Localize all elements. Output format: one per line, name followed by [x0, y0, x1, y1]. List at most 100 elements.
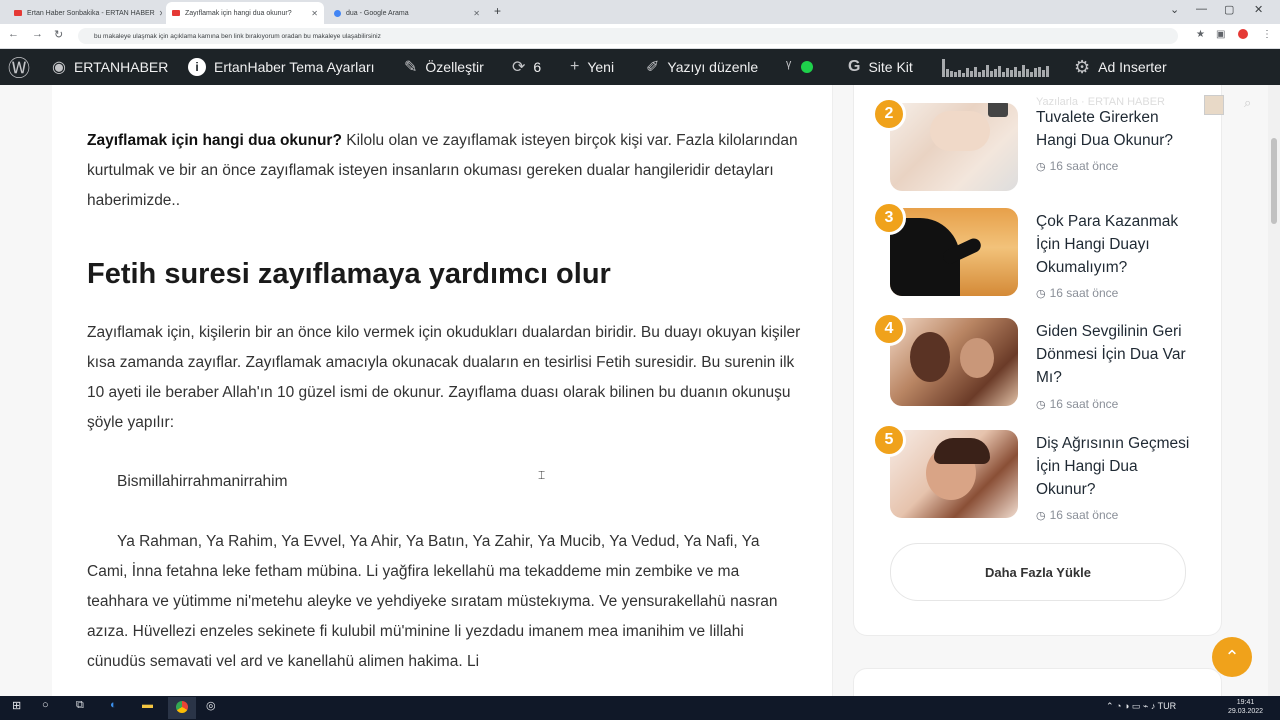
close-tab-icon[interactable]: ✕	[155, 9, 162, 18]
taskbar-clock[interactable]: 19:41 29.03.2022	[1228, 698, 1263, 716]
customize-button[interactable]: ✎ Özelleştir	[404, 49, 484, 85]
tab-label: Ertan Haber Sonbakika - ERTAN HABER	[27, 9, 155, 17]
post-title-link[interactable]: Tuvalete Girerken Hangi Dua Okunur?	[1036, 106, 1201, 152]
forward-icon[interactable]: →	[32, 28, 43, 40]
clock-icon: ◷	[1036, 509, 1046, 522]
updates-button[interactable]: ⟳ 6	[512, 49, 541, 85]
post-thumbnail[interactable]	[890, 318, 1018, 406]
rank-badge: 2	[872, 97, 906, 131]
close-tab-icon[interactable]: ✕	[469, 9, 480, 18]
wp-logo-button[interactable]: Ⓦ	[8, 49, 38, 85]
edit-post-label: Yazıyı düzenle	[667, 59, 759, 75]
post-thumbnail[interactable]	[890, 430, 1018, 518]
refresh-icon: ⟳	[512, 59, 526, 76]
post-time-label: 16 saat önce	[1049, 286, 1119, 300]
theme-settings-button[interactable]: i ErtanHaber Tema Ayarları	[188, 49, 375, 85]
bookmark-star-icon[interactable]: ★	[1196, 29, 1205, 40]
extensions-icon[interactable]: ▣	[1216, 29, 1225, 40]
minimize-icon[interactable]: —	[1196, 3, 1207, 15]
dashboard-icon: ◉	[52, 59, 66, 76]
obs-icon[interactable]: ◎	[206, 699, 216, 712]
google-favicon-icon	[334, 9, 341, 17]
post-time-label: 16 saat önce	[1049, 159, 1119, 173]
post-time-label: 16 saat önce	[1049, 508, 1119, 522]
maximize-icon[interactable]: ▢	[1224, 3, 1234, 16]
tab-label: dua - Google Arama	[346, 9, 409, 17]
site-kit-label: Site Kit	[868, 59, 913, 75]
post-time: ◷ 16 saat önce	[1036, 286, 1118, 300]
sparkline-chart-icon	[942, 57, 1049, 77]
system-tray-icons[interactable]: ⌃ ◔ ◑ ▭ ⌁ ♪ TUR	[1106, 701, 1176, 712]
rank-badge: 5	[872, 423, 906, 457]
yoast-button[interactable]: ᵞ	[786, 49, 814, 85]
site-name-button[interactable]: ◉ ERTANHABER	[52, 49, 168, 85]
new-tab-button[interactable]: +	[494, 4, 501, 18]
article-dua-text: Ya Rahman, Ya Rahim, Ya Evvel, Ya Ahir, …	[87, 533, 778, 670]
back-icon[interactable]: ←	[8, 28, 19, 40]
new-content-button[interactable]: + Yeni	[570, 49, 614, 85]
site-name-label: ERTANHABER	[73, 59, 169, 75]
article-besmele: Bismillahirrahmanirrahim	[117, 473, 288, 490]
profile-avatar[interactable]	[1238, 29, 1248, 39]
post-title-link[interactable]: Çok Para Kazanmak İçin Hangi Duayı Okuma…	[1036, 210, 1201, 279]
chevron-up-icon: ⌃	[1224, 646, 1240, 667]
post-thumbnail[interactable]	[890, 208, 1018, 296]
ad-inserter-button[interactable]: ⚙ Ad Inserter	[1074, 49, 1167, 85]
article-heading: Fetih suresi zayıflamaya yardımcı olur	[87, 258, 611, 290]
yoast-icon: ᵞ	[786, 58, 792, 75]
url-field[interactable]: bu makaleye ulaşmak için açıklama kamına…	[78, 28, 1178, 44]
menu-icon[interactable]: ⋮	[1262, 29, 1272, 40]
site-kit-button[interactable]: G Site Kit	[848, 49, 913, 85]
post-time: ◷ 16 saat önce	[1036, 397, 1118, 411]
theme-settings-label: ErtanHaber Tema Ayarları	[214, 59, 375, 75]
browser-tab-1[interactable]: Ertan Haber Sonbakika - ERTAN HABER ✕	[8, 2, 162, 24]
intro-bold-text: Zayıflamak için hangi dua okunur?	[87, 132, 342, 149]
rank-badge: 3	[872, 201, 906, 235]
post-time: ◷ 16 saat önce	[1036, 159, 1118, 173]
post-thumbnail[interactable]	[890, 103, 1018, 191]
google-g-icon: G	[848, 58, 861, 75]
browser-tab-2[interactable]: Zayıflamak için hangi dua okunur? ✕	[166, 2, 324, 24]
seo-status-dot	[801, 61, 814, 73]
search-icon[interactable]: ⌕	[1244, 95, 1251, 111]
ad-inserter-label: Ad Inserter	[1098, 59, 1167, 75]
wordpress-icon: Ⓦ	[8, 56, 31, 81]
gear-icon: ⚙	[1074, 56, 1091, 77]
youtube-favicon-icon	[14, 10, 22, 16]
scrollbar-thumb[interactable]	[1271, 138, 1277, 224]
post-time-label: 16 saat önce	[1049, 397, 1119, 411]
tab-label: Zayıflamak için hangi dua okunur?	[185, 9, 292, 17]
info-icon: i	[188, 58, 206, 76]
url-text: bu makaleye ulaşmak için açıklama kamına…	[94, 32, 381, 40]
author-avatar[interactable]	[1204, 95, 1224, 115]
edit-post-button[interactable]: ✐ Yazıyı düzenle	[646, 49, 758, 85]
plus-icon: +	[570, 58, 580, 75]
tab-search-icon[interactable]: ⌄	[1170, 3, 1179, 16]
clock-icon: ◷	[1036, 398, 1046, 411]
clock-date: 29.03.2022	[1228, 708, 1264, 715]
youtube-favicon-icon	[172, 10, 180, 16]
post-title-link[interactable]: Giden Sevgilinin Geri Dönmesi İçin Dua V…	[1036, 320, 1201, 389]
search-icon[interactable]: ○	[42, 699, 49, 711]
post-title-link[interactable]: Diş Ağrısının Geçmesi İçin Hangi Dua Oku…	[1036, 432, 1201, 501]
brush-icon: ✎	[404, 59, 418, 76]
clock-icon: ◷	[1036, 287, 1046, 300]
edge-icon[interactable]: ◐	[110, 699, 117, 711]
mouse-cursor-icon: ⌶	[538, 468, 546, 482]
browser-tab-3[interactable]: dua - Google Arama ✕	[328, 2, 486, 24]
reload-icon[interactable]: ↻	[54, 28, 63, 41]
scroll-to-top-button[interactable]: ⌃	[1212, 637, 1252, 677]
clock-icon: ◷	[1036, 160, 1046, 173]
rank-badge: 4	[872, 312, 906, 346]
load-more-button[interactable]: Daha Fazla Yükle	[890, 543, 1186, 601]
post-time: ◷ 16 saat önce	[1036, 508, 1118, 522]
close-window-icon[interactable]: ✕	[1254, 3, 1263, 16]
chrome-taskbar-active[interactable]	[168, 697, 196, 719]
task-view-icon[interactable]: ⧉	[76, 699, 84, 712]
updates-count: 6	[533, 59, 542, 75]
close-tab-icon[interactable]: ✕	[307, 9, 318, 18]
windows-start-icon[interactable]: ⊞	[12, 699, 21, 712]
chrome-icon	[176, 701, 188, 713]
stats-sparkline[interactable]	[942, 49, 1057, 85]
file-explorer-icon[interactable]: ▬	[142, 699, 153, 711]
